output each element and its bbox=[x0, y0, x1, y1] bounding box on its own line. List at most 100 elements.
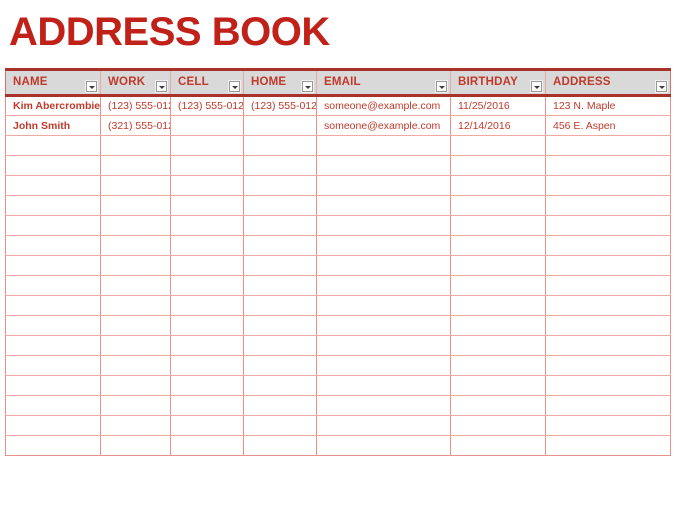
cell-email[interactable] bbox=[316, 135, 451, 156]
cell-address[interactable] bbox=[545, 295, 671, 316]
cell-work[interactable] bbox=[100, 275, 171, 296]
cell-name[interactable] bbox=[5, 295, 101, 316]
cell-work[interactable] bbox=[100, 215, 171, 236]
cell-name[interactable] bbox=[5, 435, 101, 456]
cell-home[interactable] bbox=[243, 375, 317, 396]
cell-work[interactable]: (123) 555-0123 bbox=[100, 95, 171, 116]
cell-email[interactable] bbox=[316, 235, 451, 256]
cell-birthday[interactable] bbox=[450, 355, 546, 376]
cell-name[interactable] bbox=[5, 315, 101, 336]
cell-home[interactable] bbox=[243, 275, 317, 296]
cell-cell[interactable] bbox=[170, 255, 244, 276]
filter-dropdown-icon[interactable] bbox=[302, 81, 313, 92]
cell-birthday[interactable] bbox=[450, 175, 546, 196]
cell-name[interactable] bbox=[5, 355, 101, 376]
cell-birthday[interactable] bbox=[450, 235, 546, 256]
cell-birthday[interactable] bbox=[450, 155, 546, 176]
cell-email[interactable] bbox=[316, 375, 451, 396]
cell-address[interactable] bbox=[545, 315, 671, 336]
cell-name[interactable] bbox=[5, 335, 101, 356]
cell-email[interactable] bbox=[316, 415, 451, 436]
cell-home[interactable] bbox=[243, 235, 317, 256]
cell-home[interactable] bbox=[243, 335, 317, 356]
cell-email[interactable] bbox=[316, 255, 451, 276]
cell-cell[interactable] bbox=[170, 395, 244, 416]
cell-birthday[interactable] bbox=[450, 295, 546, 316]
filter-dropdown-icon[interactable] bbox=[229, 81, 240, 92]
cell-name[interactable] bbox=[5, 135, 101, 156]
cell-birthday[interactable] bbox=[450, 415, 546, 436]
cell-address[interactable] bbox=[545, 175, 671, 196]
column-header-cell[interactable]: CELL bbox=[170, 68, 244, 97]
cell-home[interactable] bbox=[243, 415, 317, 436]
cell-home[interactable] bbox=[243, 255, 317, 276]
cell-address[interactable] bbox=[545, 395, 671, 416]
cell-home[interactable] bbox=[243, 295, 317, 316]
cell-cell[interactable] bbox=[170, 355, 244, 376]
cell-work[interactable] bbox=[100, 435, 171, 456]
cell-work[interactable] bbox=[100, 415, 171, 436]
cell-home[interactable] bbox=[243, 395, 317, 416]
cell-name[interactable]: Kim Abercrombie bbox=[5, 95, 101, 116]
cell-birthday[interactable] bbox=[450, 215, 546, 236]
cell-email[interactable] bbox=[316, 215, 451, 236]
cell-name[interactable] bbox=[5, 275, 101, 296]
cell-home[interactable] bbox=[243, 315, 317, 336]
cell-address[interactable]: 123 N. Maple bbox=[545, 95, 671, 116]
cell-name[interactable]: John Smith bbox=[5, 115, 101, 136]
cell-home[interactable] bbox=[243, 435, 317, 456]
cell-home[interactable] bbox=[243, 155, 317, 176]
cell-cell[interactable] bbox=[170, 315, 244, 336]
cell-address[interactable] bbox=[545, 235, 671, 256]
cell-cell[interactable] bbox=[170, 195, 244, 216]
column-header-email[interactable]: EMAIL bbox=[316, 68, 451, 97]
cell-birthday[interactable] bbox=[450, 255, 546, 276]
cell-address[interactable] bbox=[545, 155, 671, 176]
cell-name[interactable] bbox=[5, 235, 101, 256]
cell-birthday[interactable] bbox=[450, 375, 546, 396]
filter-dropdown-icon[interactable] bbox=[436, 81, 447, 92]
cell-home[interactable] bbox=[243, 135, 317, 156]
filter-dropdown-icon[interactable] bbox=[156, 81, 167, 92]
column-header-name[interactable]: NAME bbox=[5, 68, 101, 97]
cell-email[interactable] bbox=[316, 175, 451, 196]
cell-work[interactable] bbox=[100, 295, 171, 316]
cell-email[interactable] bbox=[316, 275, 451, 296]
cell-work[interactable] bbox=[100, 195, 171, 216]
cell-name[interactable] bbox=[5, 215, 101, 236]
cell-cell[interactable]: (123) 555-0123 bbox=[170, 95, 244, 116]
filter-dropdown-icon[interactable] bbox=[86, 81, 97, 92]
column-header-home[interactable]: HOME bbox=[243, 68, 317, 97]
cell-cell[interactable] bbox=[170, 155, 244, 176]
cell-email[interactable] bbox=[316, 195, 451, 216]
cell-name[interactable] bbox=[5, 375, 101, 396]
cell-email[interactable] bbox=[316, 395, 451, 416]
cell-email[interactable]: someone@example.com bbox=[316, 95, 451, 116]
cell-address[interactable] bbox=[545, 275, 671, 296]
cell-address[interactable] bbox=[545, 195, 671, 216]
cell-email[interactable] bbox=[316, 315, 451, 336]
cell-name[interactable] bbox=[5, 175, 101, 196]
cell-home[interactable] bbox=[243, 195, 317, 216]
cell-work[interactable] bbox=[100, 355, 171, 376]
cell-cell[interactable] bbox=[170, 375, 244, 396]
column-header-birthday[interactable]: BIRTHDAY bbox=[450, 68, 546, 97]
cell-home[interactable] bbox=[243, 355, 317, 376]
cell-work[interactable] bbox=[100, 395, 171, 416]
cell-home[interactable] bbox=[243, 175, 317, 196]
cell-address[interactable] bbox=[545, 355, 671, 376]
cell-birthday[interactable] bbox=[450, 335, 546, 356]
cell-email[interactable]: someone@example.com bbox=[316, 115, 451, 136]
cell-address[interactable] bbox=[545, 375, 671, 396]
cell-birthday[interactable] bbox=[450, 315, 546, 336]
cell-home[interactable] bbox=[243, 115, 317, 136]
cell-home[interactable]: (123) 555-0123 bbox=[243, 95, 317, 116]
cell-birthday[interactable] bbox=[450, 435, 546, 456]
cell-address[interactable] bbox=[545, 435, 671, 456]
cell-cell[interactable] bbox=[170, 175, 244, 196]
cell-work[interactable] bbox=[100, 315, 171, 336]
cell-cell[interactable] bbox=[170, 275, 244, 296]
cell-address[interactable] bbox=[545, 335, 671, 356]
cell-work[interactable] bbox=[100, 335, 171, 356]
column-header-address[interactable]: ADDRESS bbox=[545, 68, 671, 97]
